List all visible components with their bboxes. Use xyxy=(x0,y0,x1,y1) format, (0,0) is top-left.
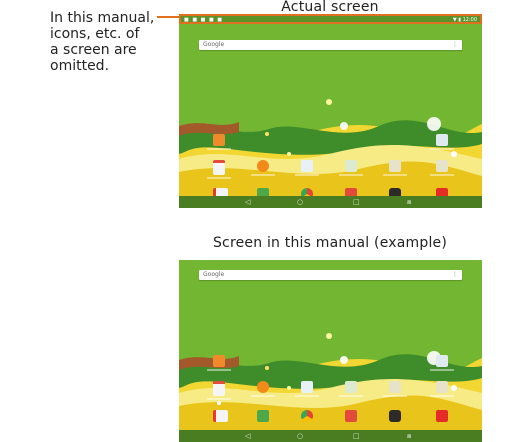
menu-button[interactable]: ⧈ xyxy=(407,432,411,440)
home-button[interactable]: ○ xyxy=(297,432,303,440)
app-icon[interactable] xyxy=(430,160,454,176)
app-icon[interactable] xyxy=(383,381,407,397)
search-brand: Google xyxy=(203,271,225,278)
caption-manual-screen: Screen in this manual (example) xyxy=(212,235,448,251)
app-icon[interactable] xyxy=(251,381,275,397)
app-icon[interactable] xyxy=(295,381,319,397)
note-line: In this manual, xyxy=(50,10,155,26)
status-bar: ■ ■ ■ ■ ■ ▼ ▮ 12:00 xyxy=(179,14,482,24)
search-brand: Google xyxy=(203,41,225,48)
app-icon[interactable] xyxy=(301,410,313,422)
mic-icon[interactable]: ⋮ xyxy=(452,41,458,48)
app-icon[interactable] xyxy=(213,410,228,422)
back-button[interactable]: ◁ xyxy=(245,198,250,206)
caption-actual-screen: Actual screen xyxy=(281,0,379,15)
app-icon[interactable] xyxy=(345,410,357,422)
callout-line xyxy=(157,16,181,18)
menu-button[interactable]: ⧈ xyxy=(407,198,411,206)
back-button[interactable]: ◁ xyxy=(245,432,250,440)
app-icon[interactable] xyxy=(207,134,231,150)
app-icon[interactable] xyxy=(389,410,401,422)
mic-icon[interactable]: ⋮ xyxy=(452,271,458,278)
app-icon[interactable] xyxy=(295,160,319,176)
recents-button[interactable]: □ xyxy=(353,198,360,206)
app-icon[interactable] xyxy=(207,355,231,371)
note-line: icons, etc. of xyxy=(50,26,140,42)
navigation-bar: ◁ ○ □ ⧈ xyxy=(179,196,482,208)
tablet-screen-actual: ■ ■ ■ ■ ■ ▼ ▮ 12:00 Google ⋮ ◁ ○ □ ⧈ xyxy=(179,14,482,208)
app-icon[interactable] xyxy=(339,160,363,176)
tablet-screen-manual: Google ⋮ ◁ ○ □ ⧈ xyxy=(179,260,482,442)
app-icon[interactable] xyxy=(430,134,454,150)
side-note: In this manual, icons, etc. of a screen … xyxy=(50,10,170,74)
app-icon[interactable] xyxy=(207,381,231,400)
app-icon[interactable] xyxy=(430,355,454,371)
status-icons: ■ ■ ■ ■ ■ xyxy=(184,17,223,23)
status-clock: ▼ ▮ 12:00 xyxy=(452,17,477,23)
app-icon[interactable] xyxy=(436,410,448,422)
app-icon[interactable] xyxy=(257,410,269,422)
app-icon[interactable] xyxy=(339,381,363,397)
home-button[interactable]: ○ xyxy=(297,198,303,206)
recents-button[interactable]: □ xyxy=(353,432,360,440)
note-line: omitted. xyxy=(50,58,110,74)
search-bar[interactable]: Google ⋮ xyxy=(199,40,462,50)
search-bar[interactable]: Google ⋮ xyxy=(199,270,462,280)
app-icon[interactable] xyxy=(251,160,275,176)
navigation-bar: ◁ ○ □ ⧈ xyxy=(179,430,482,442)
app-icon[interactable] xyxy=(383,160,407,176)
app-icon[interactable] xyxy=(207,160,231,179)
note-line: a screen are xyxy=(50,42,137,58)
app-icon[interactable] xyxy=(430,381,454,397)
